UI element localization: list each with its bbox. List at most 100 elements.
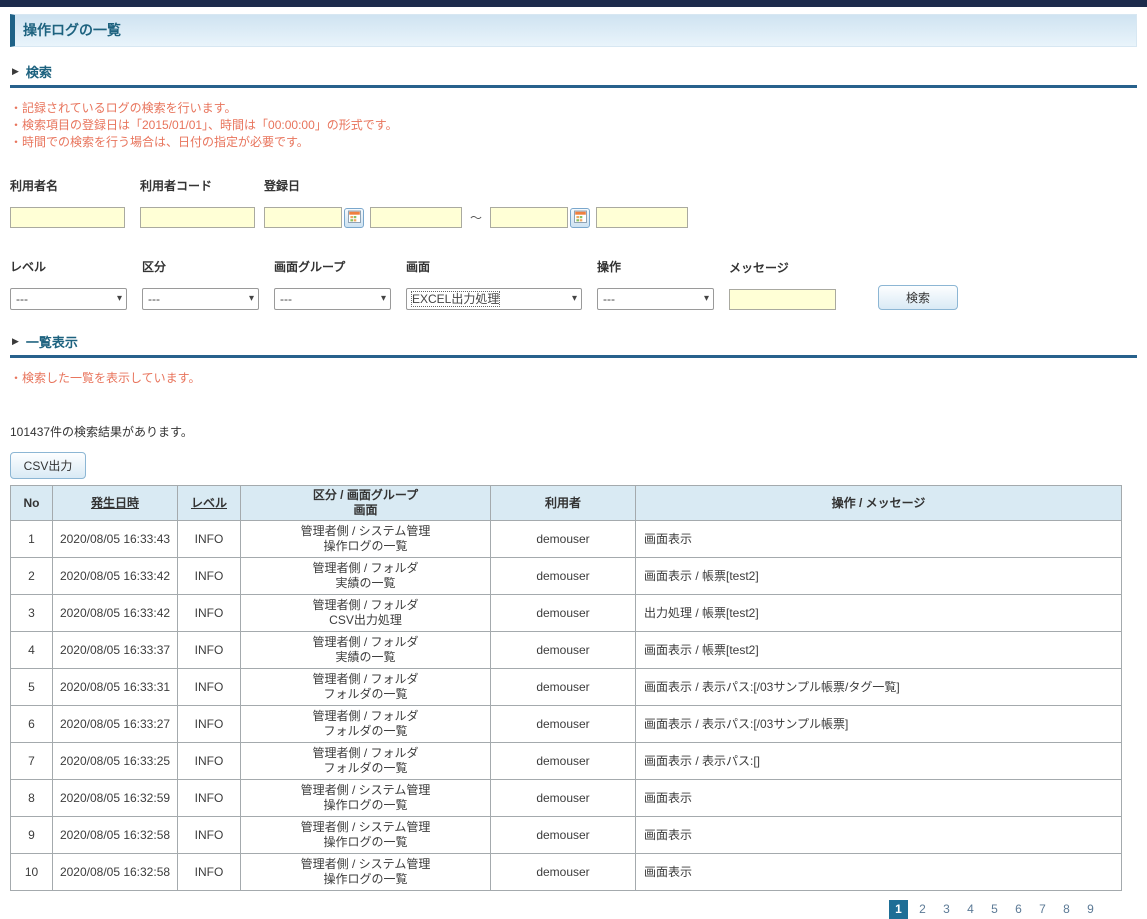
search-button[interactable]: 検索 <box>878 285 958 310</box>
search-form-row-2: レベル ---▾ 区分 ---▾ 画面グループ ---▾ 画面 EXCEL出力処… <box>10 258 1137 310</box>
cell-category-screen: CSV出力処理 <box>329 613 402 627</box>
cell-level: INFO <box>178 669 241 706</box>
cell-operation: 画面表示 <box>636 521 1122 558</box>
cell-level: INFO <box>178 632 241 669</box>
cell-no: 3 <box>11 595 53 632</box>
cell-operation: 画面表示 <box>636 854 1122 891</box>
screen-label: 画面 <box>406 258 582 275</box>
cell-category-group: 管理者側 / システム管理 <box>301 524 431 538</box>
log-table: No 発生日時 レベル 区分 / 画面グループ画面 利用者 操作 / メッセージ… <box>10 485 1122 891</box>
table-row: 12020/08/05 16:33:43INFO管理者側 / システム管理操作ロ… <box>11 521 1122 558</box>
date-to-calendar-button[interactable] <box>570 208 590 228</box>
page-link-3[interactable]: 3 <box>937 900 956 919</box>
cell-category: 管理者側 / システム管理操作ログの一覧 <box>241 521 491 558</box>
user-name-label: 利用者名 <box>10 177 125 194</box>
cell-user: demouser <box>491 521 636 558</box>
page-link-6[interactable]: 6 <box>1009 900 1028 919</box>
header-level: レベル <box>178 486 241 521</box>
search-note-3: ・時間での検索を行う場合は、日付の指定が必要です。 <box>10 134 1137 151</box>
cell-category-group: 管理者側 / フォルダ <box>312 635 418 649</box>
operation-select-value: --- <box>603 292 615 306</box>
cell-category-group: 管理者側 / システム管理 <box>301 783 431 797</box>
cell-category-group: 管理者側 / フォルダ <box>312 672 418 686</box>
user-name-input[interactable] <box>10 207 125 228</box>
cell-category-screen: フォルダの一覧 <box>323 724 407 738</box>
screen-select[interactable]: EXCEL出力処理 ▾ <box>406 288 582 310</box>
table-row: 52020/08/05 16:33:31INFO管理者側 / フォルダフォルダの… <box>11 669 1122 706</box>
cell-user: demouser <box>491 743 636 780</box>
cell-user: demouser <box>491 780 636 817</box>
cell-no: 7 <box>11 743 53 780</box>
chevron-down-icon: ▾ <box>572 289 577 309</box>
header-category: 区分 / 画面グループ画面 <box>241 486 491 521</box>
cell-operation: 画面表示 / 帳票[test2] <box>636 632 1122 669</box>
sort-level-link[interactable]: レベル <box>191 496 227 510</box>
cell-category-group: 管理者側 / システム管理 <box>301 857 431 871</box>
date-from-calendar-button[interactable] <box>344 208 364 228</box>
user-code-input[interactable] <box>140 207 255 228</box>
page-link-2[interactable]: 2 <box>913 900 932 919</box>
cell-level: INFO <box>178 595 241 632</box>
table-row: 62020/08/05 16:33:27INFO管理者側 / フォルダフォルダの… <box>11 706 1122 743</box>
cell-datetime: 2020/08/05 16:33:42 <box>53 595 178 632</box>
cell-category-screen: フォルダの一覧 <box>323 687 407 701</box>
cell-level: INFO <box>178 706 241 743</box>
calendar-icon <box>574 210 587 226</box>
screen-group-select[interactable]: ---▾ <box>274 288 391 310</box>
cell-datetime: 2020/08/05 16:32:58 <box>53 817 178 854</box>
category-select[interactable]: ---▾ <box>142 288 259 310</box>
page-link-9[interactable]: 9 <box>1081 900 1100 919</box>
page-link-8[interactable]: 8 <box>1057 900 1076 919</box>
list-section-header: ▶ 一覧表示 <box>10 332 1137 358</box>
cell-datetime: 2020/08/05 16:33:43 <box>53 521 178 558</box>
cell-no: 1 <box>11 521 53 558</box>
chevron-down-icon: ▾ <box>117 289 122 309</box>
date-to-input[interactable] <box>490 207 568 228</box>
header-operation: 操作 / メッセージ <box>636 486 1122 521</box>
time-from-input[interactable] <box>370 207 462 228</box>
page-link-4[interactable]: 4 <box>961 900 980 919</box>
category-select-value: --- <box>148 292 160 306</box>
reg-date-label: 登録日 <box>264 177 688 194</box>
message-input[interactable] <box>729 289 836 310</box>
level-select[interactable]: --- ▾ <box>10 288 127 310</box>
cell-user: demouser <box>491 558 636 595</box>
time-to-input[interactable] <box>596 207 688 228</box>
date-from-input[interactable] <box>264 207 342 228</box>
cell-level: INFO <box>178 558 241 595</box>
cell-datetime: 2020/08/05 16:32:59 <box>53 780 178 817</box>
result-count: 101437件の検索結果があります。 <box>10 423 1137 440</box>
search-note-1: ・記録されているログの検索を行います。 <box>10 100 1137 117</box>
cell-datetime: 2020/08/05 16:33:37 <box>53 632 178 669</box>
cell-operation: 画面表示 <box>636 817 1122 854</box>
cell-category-group: 管理者側 / フォルダ <box>312 598 418 612</box>
header-category-line2: 画面 <box>353 503 377 517</box>
level-select-value: --- <box>16 292 28 306</box>
cell-level: INFO <box>178 521 241 558</box>
screen-select-value: EXCEL出力処理 <box>412 292 499 306</box>
category-label: 区分 <box>142 258 259 275</box>
page-link-5[interactable]: 5 <box>985 900 1004 919</box>
csv-export-button[interactable]: CSV出力 <box>10 452 86 479</box>
cell-no: 4 <box>11 632 53 669</box>
sort-datetime-link[interactable]: 発生日時 <box>91 496 139 510</box>
header-category-line1: 区分 / 画面グループ <box>313 488 418 502</box>
header-user: 利用者 <box>491 486 636 521</box>
cell-level: INFO <box>178 780 241 817</box>
search-note-2: ・検索項目の登録日は「2015/01/01」、時間は「00:00:00」の形式で… <box>10 117 1137 134</box>
cell-level: INFO <box>178 743 241 780</box>
page-link-1[interactable]: 1 <box>889 900 908 919</box>
calendar-icon <box>348 210 361 226</box>
operation-select[interactable]: ---▾ <box>597 288 714 310</box>
cell-user: demouser <box>491 817 636 854</box>
cell-category: 管理者側 / フォルダCSV出力処理 <box>241 595 491 632</box>
screen-group-label: 画面グループ <box>274 258 391 275</box>
cell-datetime: 2020/08/05 16:33:31 <box>53 669 178 706</box>
search-form-row-1: 利用者名 利用者コード 登録日 ～ <box>10 177 1137 228</box>
page-link-7[interactable]: 7 <box>1033 900 1052 919</box>
table-row: 92020/08/05 16:32:58INFO管理者側 / システム管理操作ロ… <box>11 817 1122 854</box>
cell-category-group: 管理者側 / システム管理 <box>301 820 431 834</box>
table-row: 102020/08/05 16:32:58INFO管理者側 / システム管理操作… <box>11 854 1122 891</box>
cell-datetime: 2020/08/05 16:33:27 <box>53 706 178 743</box>
message-label: メッセージ <box>729 259 836 276</box>
